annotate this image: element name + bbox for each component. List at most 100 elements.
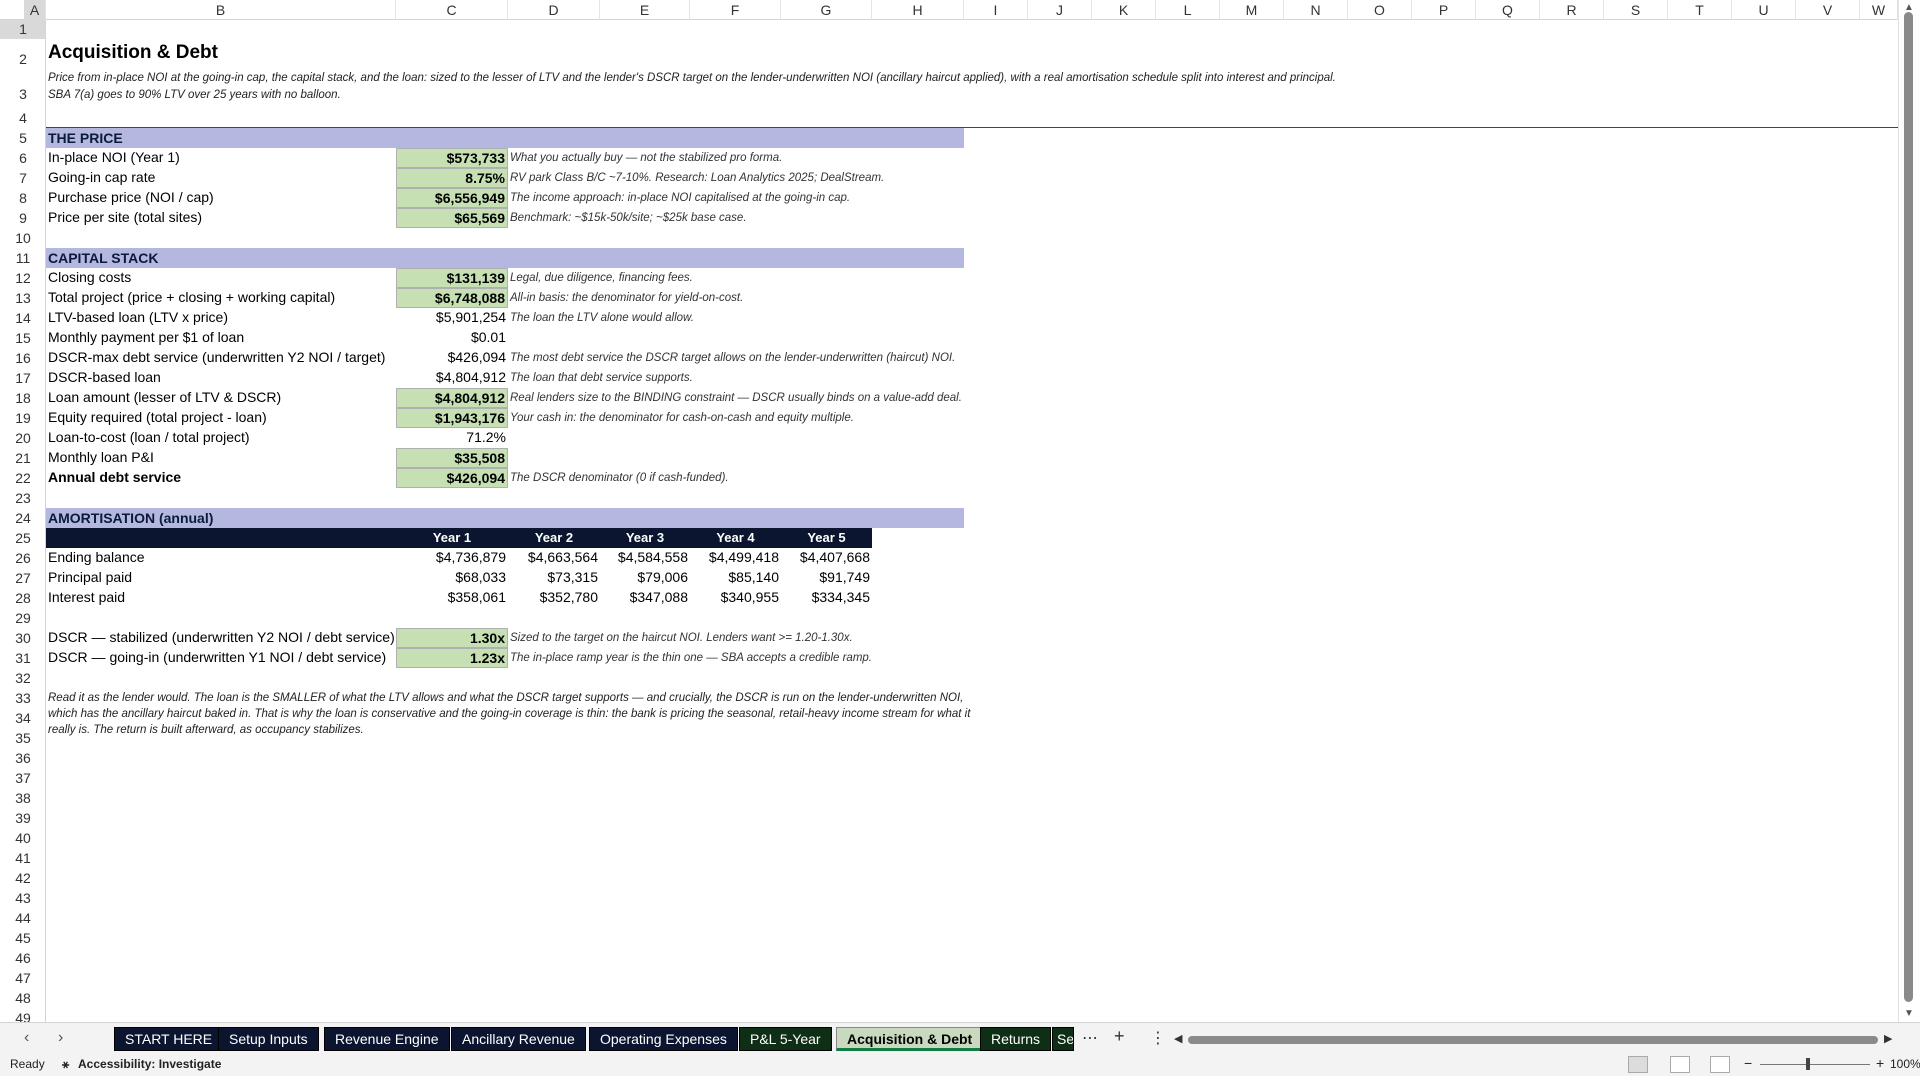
scroll-down-icon[interactable]: ▼ [1904,1008,1914,1019]
row-header[interactable]: 25 [0,528,45,548]
row-header[interactable]: 16 [0,348,45,368]
column-header-f[interactable]: F [690,0,781,20]
sheet-options-icon[interactable]: ⋮ [1150,1028,1166,1048]
capital-value[interactable]: $4,804,912 [396,368,508,388]
column-header-u[interactable]: U [1732,0,1796,20]
row-header[interactable]: 6 [0,148,45,168]
row-header[interactable]: 4 [0,108,45,128]
row-header[interactable]: 14 [0,308,45,328]
column-header-h[interactable]: H [872,0,964,20]
amort-cell[interactable]: $85,140 [690,568,781,588]
accessibility-status[interactable]: Accessibility: Investigate [78,1057,221,1071]
normal-view-icon[interactable] [1628,1056,1648,1073]
tab-returns[interactable]: Returns [980,1027,1052,1051]
row-header[interactable]: 46 [0,948,45,968]
column-header-b[interactable]: B [46,0,396,20]
vertical-scrollbar[interactable]: ▲ ▼ [1898,0,1920,1022]
scroll-left-icon[interactable]: ◀ [1174,1032,1182,1045]
tab-ancillary-revenue[interactable]: Ancillary Revenue [451,1027,586,1051]
capital-value[interactable]: $5,901,254 [396,308,508,328]
price-value-input[interactable]: $6,556,949 [396,188,508,208]
row-header[interactable]: 41 [0,848,45,868]
column-header-l[interactable]: L [1156,0,1220,20]
amort-cell[interactable]: $4,407,668 [781,548,872,568]
page-break-view-icon[interactable] [1710,1056,1730,1073]
price-value-input[interactable]: 8.75% [396,168,508,188]
amort-cell[interactable]: $352,780 [508,588,600,608]
row-header[interactable]: 21 [0,448,45,468]
row-header[interactable]: 3 [0,69,45,108]
row-header[interactable]: 49 [0,1008,45,1022]
price-value-input[interactable]: $65,569 [396,208,508,228]
zoom-out-icon[interactable]: − [1744,1055,1752,1071]
column-header-m[interactable]: M [1220,0,1284,20]
row-header[interactable]: 22 [0,468,45,488]
row-header[interactable]: 33 [0,688,45,708]
dscr-value[interactable]: 1.23x [396,648,508,668]
column-header-r[interactable]: R [1540,0,1604,20]
zoom-in-icon[interactable]: + [1876,1055,1884,1071]
amort-cell[interactable]: $68,033 [396,568,508,588]
row-header[interactable]: 9 [0,208,45,228]
column-header-d[interactable]: D [508,0,600,20]
row-header[interactable]: 28 [0,588,45,608]
zoom-slider[interactable] [1760,1064,1870,1065]
row-header[interactable]: 42 [0,868,45,888]
more-sheets-icon[interactable]: ⋯ [1082,1028,1098,1048]
capital-value-input[interactable]: $131,139 [396,268,508,288]
tab-truncated[interactable]: Se [1052,1027,1074,1051]
column-header-i[interactable]: I [964,0,1028,20]
capital-value[interactable]: $0.01 [396,328,508,348]
row-header[interactable]: 11 [0,248,45,268]
row-header[interactable]: 32 [0,668,45,688]
column-header-v[interactable]: V [1796,0,1860,20]
capital-value-input[interactable]: $1,943,176 [396,408,508,428]
tab-start-here[interactable]: START HERE [114,1027,224,1051]
amort-cell[interactable]: $4,736,879 [396,548,508,568]
column-header-c[interactable]: C [396,0,508,20]
sheet-grid[interactable]: Acquisition & Debt Price from in-place N… [46,20,1898,1022]
row-header[interactable]: 45 [0,928,45,948]
column-header-s[interactable]: S [1604,0,1668,20]
row-header[interactable]: 27 [0,568,45,588]
scroll-right-icon[interactable]: ▶ [1884,1032,1892,1045]
amort-cell[interactable]: $4,584,558 [600,548,690,568]
row-header[interactable]: 17 [0,368,45,388]
capital-value-input[interactable]: $35,508 [396,448,508,468]
capital-value[interactable]: 71.2% [396,428,508,448]
row-header[interactable]: 8 [0,188,45,208]
row-header[interactable]: 10 [0,228,45,248]
row-header[interactable]: 31 [0,648,45,668]
horizontal-scroll-thumb[interactable] [1188,1036,1878,1044]
amort-cell[interactable]: $334,345 [781,588,872,608]
row-header[interactable]: 7 [0,168,45,188]
column-header-a[interactable]: A [24,0,46,20]
column-header-q[interactable]: Q [1476,0,1540,20]
row-header[interactable]: 44 [0,908,45,928]
row-header[interactable]: 35 [0,728,45,748]
row-header[interactable]: 5 [0,128,45,148]
amort-cell[interactable]: $4,499,418 [690,548,781,568]
row-header[interactable]: 38 [0,788,45,808]
amort-cell[interactable]: $79,006 [600,568,690,588]
page-layout-view-icon[interactable] [1670,1056,1690,1073]
zoom-level[interactable]: 100% [1890,1057,1920,1071]
column-header-e[interactable]: E [600,0,690,20]
column-header-g[interactable]: G [781,0,872,20]
accessibility-icon[interactable]: ⚹ [62,1057,69,1072]
tab-operating-expenses[interactable]: Operating Expenses [589,1027,738,1051]
amort-cell[interactable]: $91,749 [781,568,872,588]
row-header[interactable]: 2 [0,39,45,69]
row-header[interactable]: 19 [0,408,45,428]
vertical-scroll-thumb[interactable] [1904,12,1913,1002]
price-value-input[interactable]: $573,733 [396,148,508,168]
row-header[interactable]: 26 [0,548,45,568]
prev-sheet-icon[interactable]: ‹ [24,1029,29,1047]
capital-value-input[interactable]: $426,094 [396,468,508,488]
column-header-w[interactable]: W [1860,0,1898,20]
row-header[interactable]: 18 [0,388,45,408]
row-header[interactable]: 13 [0,288,45,308]
tab-setup-inputs[interactable]: Setup Inputs [218,1027,319,1051]
row-header[interactable]: 36 [0,748,45,768]
column-header-k[interactable]: K [1092,0,1156,20]
